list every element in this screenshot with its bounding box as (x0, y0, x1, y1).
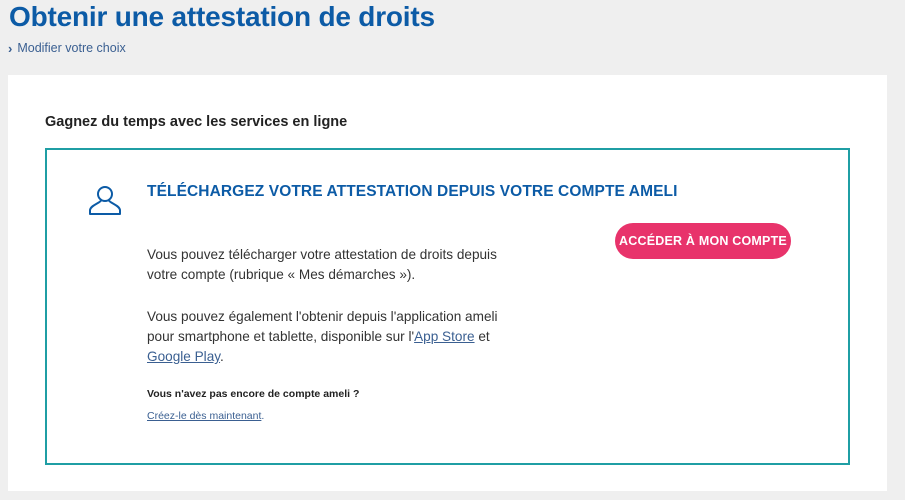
page-title: Obtenir une attestation de droits (9, 1, 435, 32)
modify-choice-label: Modifier votre choix (17, 41, 126, 55)
chevron-right-icon: › (8, 40, 13, 56)
create-account-link-suffix: . (261, 410, 265, 422)
access-account-button[interactable]: ACCÉDER À MON COMPTE (615, 223, 791, 259)
app-store-link[interactable]: App Store (414, 329, 474, 344)
app-info-text: Vous pouvez également l'obtenir depuis l… (147, 307, 527, 367)
no-account-text: Vous n'avez pas encore de compte ameli ? (147, 388, 360, 400)
modify-choice-link[interactable]: › Modifier votre choix (8, 41, 126, 55)
section-heading: Gagnez du temps avec les services en lig… (45, 114, 348, 130)
content-card: Gagnez du temps avec les services en lig… (8, 75, 887, 491)
account-info-box: TÉLÉCHARGEZ VOTRE ATTESTATION DEPUIS VOT… (45, 148, 850, 465)
create-account-link[interactable]: Créez-le dès maintenant (147, 410, 261, 422)
box-title: TÉLÉCHARGEZ VOTRE ATTESTATION DEPUIS VOT… (147, 183, 678, 200)
user-icon (89, 186, 121, 215)
download-info-text: Vous pouvez télécharger votre attestatio… (147, 247, 497, 282)
app-info-text-middle: et (474, 329, 490, 344)
google-play-link[interactable]: Google Play (147, 349, 220, 364)
app-info-text-end: . (220, 349, 224, 364)
create-account-line: Créez-le dès maintenant. (147, 410, 264, 422)
